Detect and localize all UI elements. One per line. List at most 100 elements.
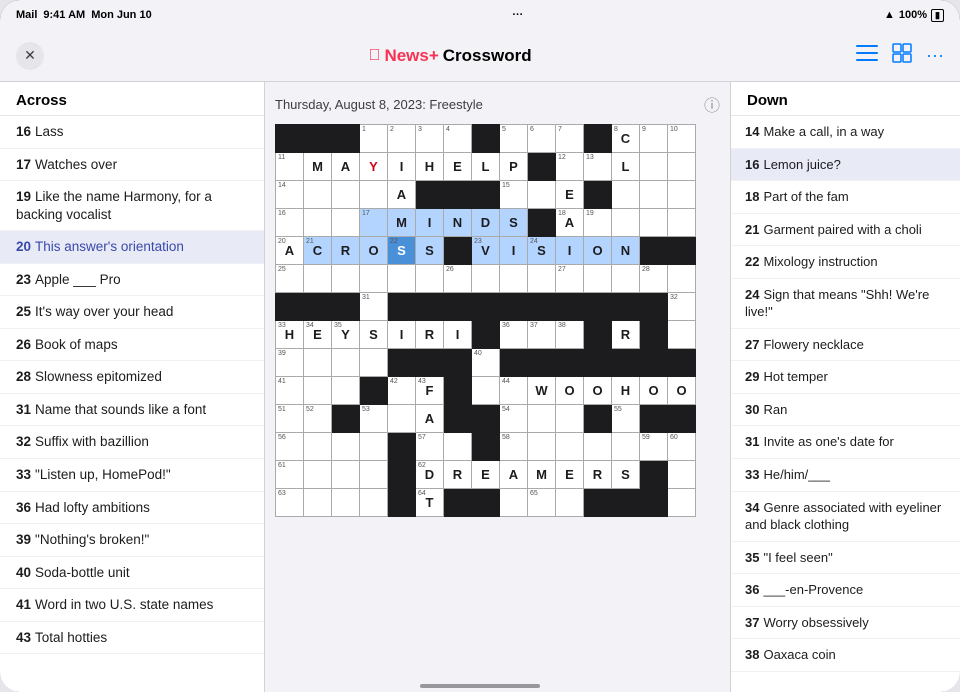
across-clue-17[interactable]: 17Watches over: [0, 149, 264, 182]
cell-r11c6[interactable]: A: [416, 405, 444, 433]
cell-r4c3[interactable]: [332, 209, 360, 237]
cell-r5c15[interactable]: [668, 237, 696, 265]
across-clue-41[interactable]: 41Word in two U.S. state names: [0, 589, 264, 622]
cell-r3c13[interactable]: [612, 181, 640, 209]
cell-r9c13[interactable]: [612, 349, 640, 377]
cell-r14c7[interactable]: [444, 489, 472, 517]
cell-r10c10[interactable]: W: [528, 377, 556, 405]
cell-r1c7[interactable]: 4: [444, 125, 472, 153]
across-clue-39[interactable]: 39"Nothing's broken!": [0, 524, 264, 557]
cell-r5c1[interactable]: 20A: [276, 237, 304, 265]
cell-r7c1[interactable]: [276, 293, 304, 321]
cell-r3c15[interactable]: [668, 181, 696, 209]
cell-r14c5[interactable]: [388, 489, 416, 517]
cell-r12c6[interactable]: 57: [416, 433, 444, 461]
cell-r8c10[interactable]: 37: [528, 321, 556, 349]
cell-r14c6[interactable]: 64T: [416, 489, 444, 517]
down-clue-33[interactable]: 33He/him/___: [731, 459, 960, 492]
cell-r10c8[interactable]: [472, 377, 500, 405]
cell-r6c15[interactable]: [668, 265, 696, 293]
cell-r13c15[interactable]: [668, 461, 696, 489]
cell-r11c9[interactable]: 54: [500, 405, 528, 433]
crossword-grid[interactable]: 1 2 3 4 5 6 7 8C 9 10: [275, 124, 720, 686]
cell-r2c8[interactable]: L: [472, 153, 500, 181]
cell-r2c10[interactable]: [528, 153, 556, 181]
down-clue-24[interactable]: 24Sign that means "Shh! We're live!": [731, 279, 960, 329]
cell-r8c6[interactable]: R: [416, 321, 444, 349]
cell-r14c11[interactable]: [556, 489, 584, 517]
cell-r10c4[interactable]: [360, 377, 388, 405]
cell-r4c10[interactable]: [528, 209, 556, 237]
cell-r2c5[interactable]: I: [388, 153, 416, 181]
cell-r1c6[interactable]: 3: [416, 125, 444, 153]
cell-r12c2[interactable]: [304, 433, 332, 461]
cell-r4c9[interactable]: S: [500, 209, 528, 237]
cell-r11c4[interactable]: 53: [360, 405, 388, 433]
cell-r1c3[interactable]: [332, 125, 360, 153]
cell-r9c1[interactable]: 39: [276, 349, 304, 377]
cell-r10c5[interactable]: 42: [388, 377, 416, 405]
cell-r6c1[interactable]: 25: [276, 265, 304, 293]
cell-r11c12[interactable]: [584, 405, 612, 433]
cell-r8c15[interactable]: [668, 321, 696, 349]
cell-r12c5[interactable]: [388, 433, 416, 461]
cell-r1c12[interactable]: [584, 125, 612, 153]
down-clue-21[interactable]: 21Garment paired with a choli: [731, 214, 960, 247]
cell-r5c4[interactable]: O: [360, 237, 388, 265]
cell-r13c10[interactable]: M: [528, 461, 556, 489]
cell-r9c12[interactable]: [584, 349, 612, 377]
cell-r5c2[interactable]: 21C: [304, 237, 332, 265]
cell-r5c3[interactable]: R: [332, 237, 360, 265]
cell-r8c5[interactable]: I: [388, 321, 416, 349]
across-clue-26[interactable]: 26Book of maps: [0, 329, 264, 362]
down-clue-29[interactable]: 29Hot temper: [731, 361, 960, 394]
cell-r13c11[interactable]: E: [556, 461, 584, 489]
cell-r14c13[interactable]: [612, 489, 640, 517]
cell-r3c7[interactable]: [444, 181, 472, 209]
cell-r12c9[interactable]: 58: [500, 433, 528, 461]
cell-r8c9[interactable]: 36: [500, 321, 528, 349]
cell-r9c11[interactable]: [556, 349, 584, 377]
cell-r11c1[interactable]: 51: [276, 405, 304, 433]
cell-r12c12[interactable]: [584, 433, 612, 461]
cell-r5c13[interactable]: N: [612, 237, 640, 265]
cell-r1c2[interactable]: [304, 125, 332, 153]
cell-r2c3[interactable]: A: [332, 153, 360, 181]
cell-r6c5[interactable]: [388, 265, 416, 293]
across-clue-31[interactable]: 31Name that sounds like a font: [0, 394, 264, 427]
cell-r2c2[interactable]: M: [304, 153, 332, 181]
cell-r7c14[interactable]: [640, 293, 668, 321]
cell-r1c11[interactable]: 7: [556, 125, 584, 153]
cell-r9c5[interactable]: [388, 349, 416, 377]
across-clue-23[interactable]: 23Apple ___ Pro: [0, 264, 264, 297]
cell-r2c13[interactable]: L: [612, 153, 640, 181]
cell-r4c11[interactable]: 18A: [556, 209, 584, 237]
cell-r1c1[interactable]: [276, 125, 304, 153]
cell-r3c5[interactable]: A: [388, 181, 416, 209]
cell-r6c9[interactable]: [500, 265, 528, 293]
cell-r3c14[interactable]: [640, 181, 668, 209]
cell-r12c10[interactable]: [528, 433, 556, 461]
cell-r1c15[interactable]: 10: [668, 125, 696, 153]
cell-r2c11[interactable]: 12: [556, 153, 584, 181]
cell-r9c14[interactable]: [640, 349, 668, 377]
cell-r2c1[interactable]: 11: [276, 153, 304, 181]
cell-r8c2[interactable]: 34E: [304, 321, 332, 349]
cell-r8c3[interactable]: 35Y: [332, 321, 360, 349]
cell-r8c14[interactable]: [640, 321, 668, 349]
cell-r3c11[interactable]: E: [556, 181, 584, 209]
cell-r5c6[interactable]: S: [416, 237, 444, 265]
cell-r4c14[interactable]: [640, 209, 668, 237]
cell-r6c3[interactable]: [332, 265, 360, 293]
cell-r1c4[interactable]: 1: [360, 125, 388, 153]
cell-r8c4[interactable]: S: [360, 321, 388, 349]
cell-r7c2[interactable]: [304, 293, 332, 321]
cell-r14c14[interactable]: [640, 489, 668, 517]
down-clue-27[interactable]: 27Flowery necklace: [731, 329, 960, 362]
cell-r11c14[interactable]: [640, 405, 668, 433]
cell-r12c15[interactable]: 60: [668, 433, 696, 461]
cell-r11c10[interactable]: [528, 405, 556, 433]
cell-r9c2[interactable]: [304, 349, 332, 377]
cell-r13c14[interactable]: [640, 461, 668, 489]
cell-r4c12[interactable]: 19: [584, 209, 612, 237]
